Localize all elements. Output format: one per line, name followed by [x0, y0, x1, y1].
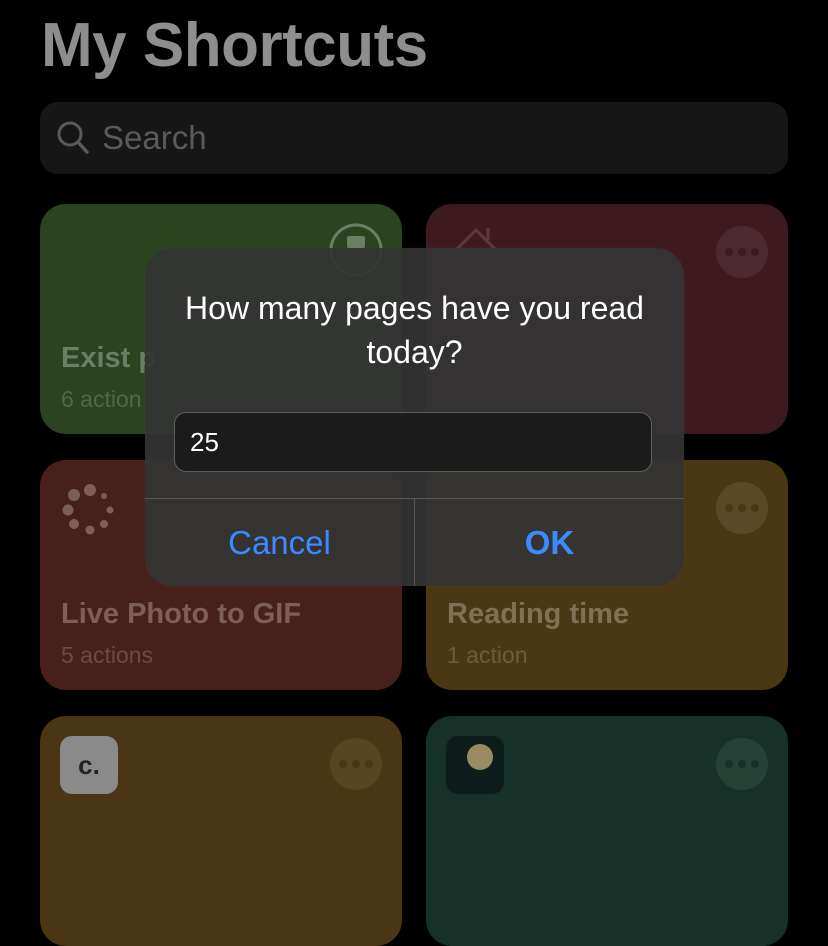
input-alert-dialog: How many pages have you read today? 25 C…: [145, 248, 684, 586]
shortcut-name: Reading time: [447, 598, 630, 630]
ok-button[interactable]: OK: [415, 499, 684, 586]
shortcut-card-c[interactable]: c.: [40, 716, 402, 946]
shortcut-action-count: 1 action: [447, 642, 528, 668]
more-options-button[interactable]: [330, 738, 382, 790]
shortcut-name: Live Photo to GIF: [61, 598, 302, 630]
shortcut-card-app[interactable]: [426, 716, 788, 946]
more-options-button[interactable]: [716, 226, 768, 278]
more-options-button[interactable]: [716, 738, 768, 790]
shortcut-action-count: 6 action: [61, 386, 142, 412]
search-placeholder: Search: [102, 119, 207, 156]
input-value: 25: [190, 427, 219, 457]
cancel-button[interactable]: Cancel: [145, 499, 414, 586]
alert-message: How many pages have you read today?: [185, 290, 644, 370]
page-title: My Shortcuts: [41, 11, 428, 80]
pages-input-field[interactable]: 25: [174, 412, 652, 472]
shortcut-action-count: 5 actions: [61, 642, 154, 668]
app-icon: c.: [60, 736, 118, 794]
app-icon: [446, 736, 504, 794]
search-bar[interactable]: Search: [40, 102, 788, 174]
search-icon: [57, 121, 89, 154]
shortcut-name: Exist p: [61, 342, 157, 374]
loading-spinner-icon: [62, 484, 114, 535]
app-icon-text: c.: [78, 749, 100, 780]
more-options-button[interactable]: [716, 482, 768, 534]
